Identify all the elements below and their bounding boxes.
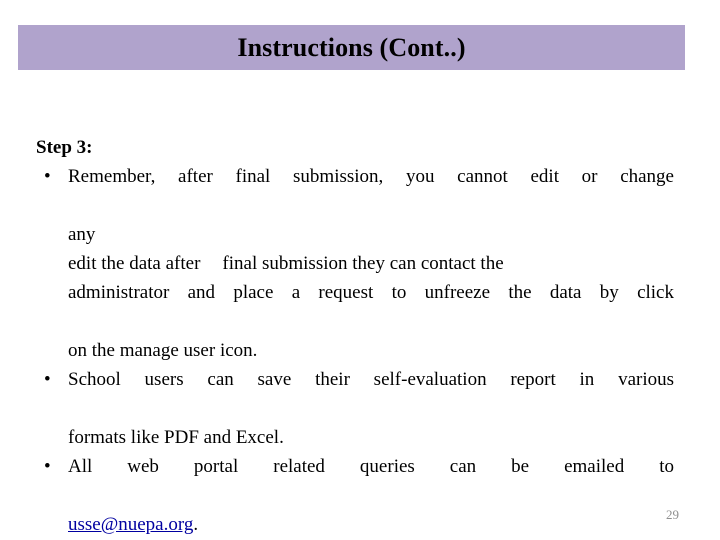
list-item-line: School users can save their self-evaluat… bbox=[68, 369, 674, 390]
list-item-line: administrator and place a request to unf… bbox=[68, 282, 674, 303]
email-link[interactable]: usse@nuepa.org bbox=[68, 514, 193, 535]
bullet-icon: • bbox=[44, 166, 51, 187]
bullet-icon: • bbox=[44, 456, 51, 477]
list-item: • Remember, after final submission, you … bbox=[36, 162, 674, 365]
list-item-line-part: edit the data after bbox=[68, 253, 201, 274]
list-item-line: on the manage user icon. bbox=[68, 340, 258, 361]
page-title: Instructions (Cont..) bbox=[237, 32, 466, 62]
list-item: • School users can save their self-evalu… bbox=[36, 365, 674, 452]
list-item-line-part: final submission they can contact the bbox=[222, 253, 504, 274]
list-item-line: usse@nuepa.org. bbox=[68, 510, 674, 539]
slide-content: Step 3: • Remember, after final submissi… bbox=[36, 133, 674, 539]
bullet-icon: • bbox=[44, 369, 51, 390]
list-item-line: any bbox=[68, 224, 96, 245]
page-number: 29 bbox=[666, 507, 679, 522]
list-item-line: Remember, after final submission, you ca… bbox=[68, 166, 674, 187]
slide-title-bar: Instructions (Cont..) bbox=[18, 25, 685, 70]
list-item-line: edit the data after final submission they… bbox=[68, 249, 674, 278]
list-item: • All web portal related queries can be … bbox=[36, 452, 674, 539]
instructions-list: • Remember, after final submission, you … bbox=[36, 162, 674, 539]
slide-root: Instructions (Cont..) Step 3: • Remember… bbox=[0, 0, 720, 540]
step-heading: Step 3: bbox=[36, 137, 93, 158]
email-link-trailing-period: . bbox=[193, 514, 199, 535]
list-item-line: All web portal related queries can be em… bbox=[68, 456, 674, 477]
list-item-line: formats like PDF and Excel. bbox=[68, 427, 284, 448]
